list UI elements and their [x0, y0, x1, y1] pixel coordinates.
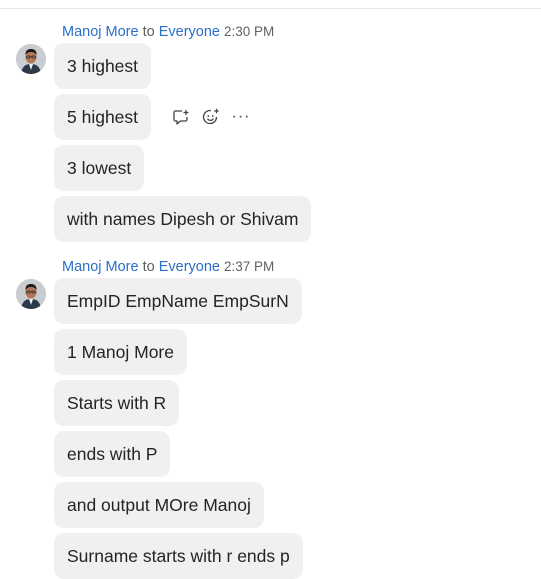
message-text: Surname starts with r ends p [67, 546, 290, 566]
message-text: and output MOre Manoj [67, 495, 251, 515]
message-text: ends with P [67, 444, 158, 464]
to-label: to [142, 259, 155, 275]
message-bubble[interactable]: 1 Manoj More [54, 329, 187, 375]
reply-button[interactable] [170, 106, 192, 128]
add-reaction-button[interactable] [200, 106, 222, 128]
message-text: 1 Manoj More [67, 342, 174, 362]
recipient-name[interactable]: Everyone [159, 259, 220, 275]
add-reaction-icon [202, 108, 219, 125]
message-text: 3 highest [67, 56, 139, 76]
message-bubble[interactable]: EmpID EmpName EmpSurN [54, 278, 302, 324]
message-bubble[interactable]: Surname starts with r ends p [54, 533, 303, 579]
message-text: 5 highest [67, 107, 139, 127]
message-text: EmpID EmpName EmpSurN [67, 291, 289, 311]
message-header: Manoj More to Everyone 2:37 PM [62, 257, 274, 277]
avatar[interactable] [16, 279, 46, 309]
avatar[interactable] [16, 44, 46, 74]
message-bubble[interactable]: ends with P [54, 431, 171, 477]
more-options-button[interactable]: ··· [230, 106, 252, 128]
sender-name[interactable]: Manoj More [62, 24, 139, 40]
hover-action-bar: ··· [170, 94, 252, 140]
message-bubble[interactable]: Starts with R [54, 380, 180, 426]
message-text: with names Dipesh or Shivam [67, 209, 299, 229]
recipient-name[interactable]: Everyone [159, 24, 220, 40]
more-options-icon: ··· [231, 108, 251, 125]
sender-name[interactable]: Manoj More [62, 259, 139, 275]
timestamp: 2:37 PM [224, 259, 275, 274]
timestamp: 2:30 PM [224, 24, 275, 39]
message-bubble[interactable]: with names Dipesh or Shivam [54, 196, 312, 242]
message-bubble[interactable]: 5 highest [54, 94, 152, 140]
message-text: 3 lowest [67, 158, 132, 178]
to-label: to [142, 24, 155, 40]
top-divider [0, 8, 541, 9]
message-header: Manoj More to Everyone 2:30 PM [62, 22, 274, 42]
message-bubble[interactable]: 3 lowest [54, 145, 145, 191]
message-text: Starts with R [67, 393, 167, 413]
message-bubble[interactable]: and output MOre Manoj [54, 482, 264, 528]
message-bubble[interactable]: 3 highest [54, 43, 152, 89]
reply-icon [173, 110, 189, 125]
